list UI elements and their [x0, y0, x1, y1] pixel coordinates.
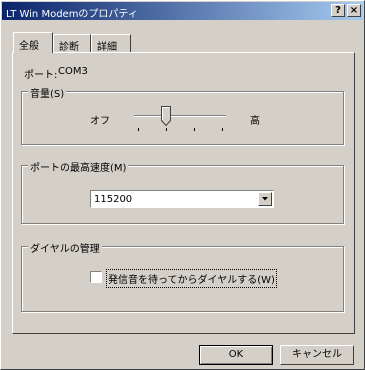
volume-high-label: 高 — [250, 116, 260, 127]
port-speed-group: ポートの最高速度(M) 115200 — [21, 159, 344, 224]
wait-dialtone-label[interactable]: 発信音を待ってからダイヤルする(W) — [106, 269, 277, 288]
window-title: LT Win Modemのプロパティ — [6, 9, 138, 20]
close-button[interactable]: × — [347, 4, 361, 17]
title-bar[interactable]: LT Win Modemのプロパティ ? × — [2, 2, 363, 20]
volume-slider-thumb[interactable] — [161, 106, 171, 126]
port-speed-value: 115200 — [94, 194, 133, 205]
ok-button[interactable]: OK — [199, 345, 273, 365]
volume-group-title: 音量(S) — [28, 85, 67, 100]
volume-slider-tick — [166, 128, 167, 131]
tab-general[interactable]: 全般 — [13, 32, 53, 53]
volume-slider-track — [134, 115, 226, 117]
port-value: COM3 — [58, 66, 88, 77]
volume-group: 音量(S) オフ 高 — [21, 85, 344, 145]
volume-slider-tick — [194, 128, 195, 131]
tab-advanced[interactable]: 詳細 — [91, 34, 131, 53]
properties-window: LT Win Modemのプロパティ ? × 全般 診断 詳細 ポート: COM… — [0, 0, 365, 370]
volume-slider-tick — [222, 128, 223, 131]
general-tab-panel: ポート: COM3 音量(S) オフ 高 ポートの最高速度(M) 115200 — [12, 52, 355, 334]
port-speed-dropdown-button[interactable] — [258, 192, 272, 206]
port-speed-select[interactable]: 115200 — [90, 190, 274, 208]
port-label: ポート: — [24, 70, 58, 81]
dial-control-group: ダイヤルの管理 発信音を待ってからダイヤルする(W) — [21, 240, 344, 312]
wait-dialtone-checkbox[interactable] — [90, 271, 102, 283]
volume-low-label: オフ — [90, 116, 110, 127]
cancel-button[interactable]: キャンセル — [280, 345, 354, 365]
volume-slider[interactable] — [134, 104, 226, 134]
volume-slider-tick — [138, 128, 139, 131]
port-speed-group-title: ポートの最高速度(M) — [28, 159, 129, 174]
tab-diagnostics[interactable]: 診断 — [53, 34, 91, 53]
chevron-down-icon — [262, 197, 268, 201]
tab-general-label: 全般 — [19, 41, 39, 52]
dial-control-group-title: ダイヤルの管理 — [28, 240, 102, 255]
help-button[interactable]: ? — [331, 4, 345, 17]
